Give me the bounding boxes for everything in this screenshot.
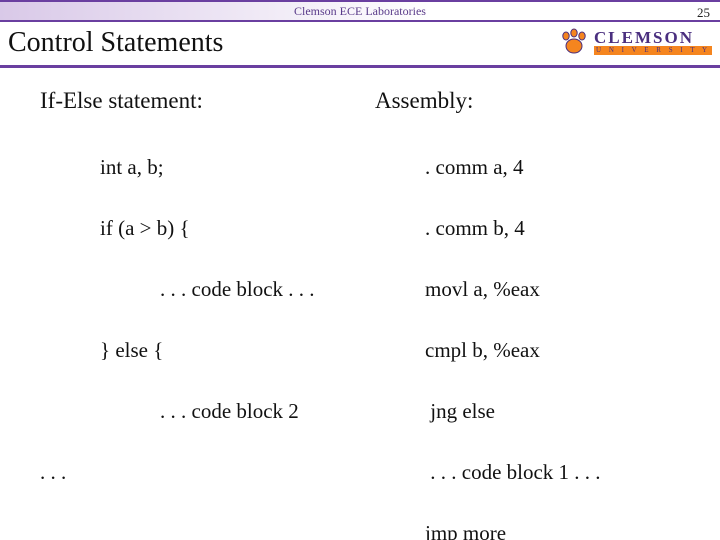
slide: Clemson ECE Laboratories 25 Control Stat…: [0, 0, 720, 540]
c-code-block: int a, b; if (a > b) { . . . code block …: [40, 122, 370, 540]
paw-icon: [558, 26, 590, 58]
code-line: . . . code block 2: [160, 396, 370, 426]
wordmark-top: CLEMSON: [594, 29, 712, 46]
right-heading: Assembly:: [375, 88, 705, 114]
left-column: If-Else statement: int a, b; if (a > b) …: [40, 88, 370, 540]
wordmark: CLEMSON U N I V E R S I T Y: [594, 29, 712, 55]
top-bar: Clemson ECE Laboratories 25: [0, 0, 720, 20]
content-area: If-Else statement: int a, b; if (a > b) …: [0, 68, 720, 540]
page-title: Control Statements: [8, 27, 223, 59]
code-line: . . .: [40, 457, 370, 487]
code-line: cmpl b, %eax: [425, 335, 705, 365]
left-heading: If-Else statement:: [40, 88, 370, 114]
lab-label: Clemson ECE Laboratories: [294, 4, 426, 18]
code-line: } else {: [100, 335, 370, 365]
clemson-logo: CLEMSON U N I V E R S I T Y: [558, 26, 712, 58]
code-line: if (a > b) {: [100, 213, 370, 243]
code-line: . comm a, 4: [425, 152, 705, 182]
code-line: jmp more: [425, 518, 705, 540]
code-line: . comm b, 4: [425, 213, 705, 243]
asm-code-block: . comm a, 4 . comm b, 4 movl a, %eax cmp…: [375, 122, 705, 540]
wordmark-bottom: U N I V E R S I T Y: [594, 46, 712, 55]
code-line: . . . code block 1 . . .: [425, 457, 705, 487]
right-column: Assembly: . comm a, 4 . comm b, 4 movl a…: [375, 88, 705, 540]
blank-line: [40, 518, 370, 540]
code-line: int a, b;: [100, 152, 370, 182]
code-line: . . . code block . . .: [160, 274, 370, 304]
code-line: jng else: [425, 396, 705, 426]
title-area: Control Statements CLEMSON U N I V E R S…: [0, 20, 720, 68]
code-line: movl a, %eax: [425, 274, 705, 304]
